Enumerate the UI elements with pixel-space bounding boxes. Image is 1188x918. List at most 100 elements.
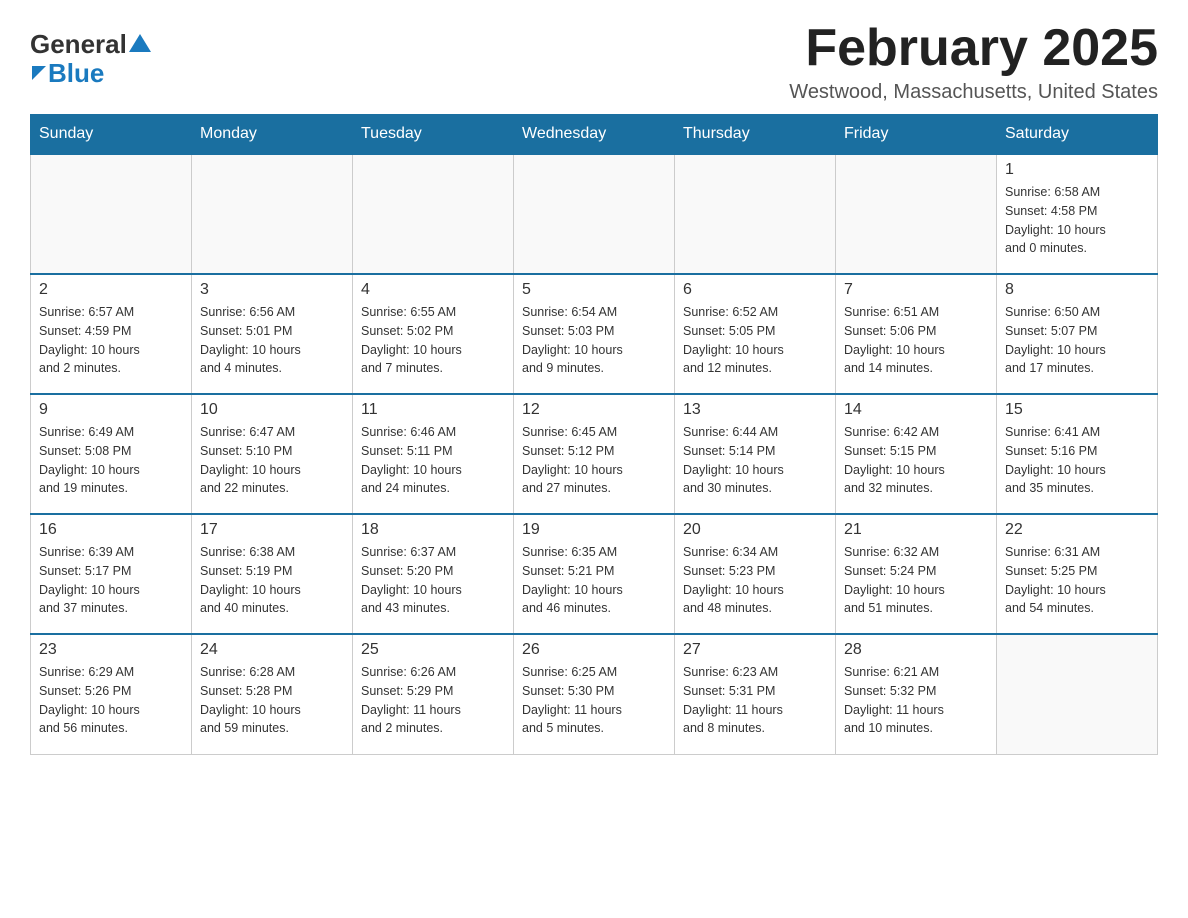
day-number: 26 bbox=[522, 641, 666, 659]
calendar-cell: 26 Sunrise: 6:25 AM Sunset: 5:30 PM Dayli… bbox=[514, 634, 675, 754]
day-info: Sunrise: 6:58 AM Sunset: 4:58 PM Dayligh… bbox=[1005, 183, 1149, 258]
day-info: Sunrise: 6:47 AM Sunset: 5:10 PM Dayligh… bbox=[200, 423, 344, 498]
day-number: 13 bbox=[683, 401, 827, 419]
calendar-cell bbox=[353, 154, 514, 274]
calendar-cell: 20 Sunrise: 6:34 AM Sunset: 5:23 PM Dayli… bbox=[675, 514, 836, 634]
day-number: 15 bbox=[1005, 401, 1149, 419]
day-info: Sunrise: 6:35 AM Sunset: 5:21 PM Dayligh… bbox=[522, 543, 666, 618]
calendar-cell: 10Sunrise: 6:47 AM Sunset: 5:10 PM Dayli… bbox=[192, 394, 353, 514]
day-number: 24 bbox=[200, 641, 344, 659]
weekday-header-sunday: Sunday bbox=[31, 115, 192, 155]
logo: General Blue bbox=[30, 30, 151, 87]
day-number: 8 bbox=[1005, 281, 1149, 299]
day-number: 2 bbox=[39, 281, 183, 299]
day-info: Sunrise: 6:37 AM Sunset: 5:20 PM Dayligh… bbox=[361, 543, 505, 618]
calendar-cell: 2 Sunrise: 6:57 AM Sunset: 4:59 PM Daylig… bbox=[31, 274, 192, 394]
calendar-cell: 17 Sunrise: 6:38 AM Sunset: 5:19 PM Dayli… bbox=[192, 514, 353, 634]
calendar-cell bbox=[997, 634, 1158, 754]
calendar-cell: 24 Sunrise: 6:28 AM Sunset: 5:28 PM Dayli… bbox=[192, 634, 353, 754]
week-row-5: 23 Sunrise: 6:29 AM Sunset: 5:26 PM Dayli… bbox=[31, 634, 1158, 754]
day-info: Sunrise: 6:56 AM Sunset: 5:01 PM Dayligh… bbox=[200, 303, 344, 378]
calendar-cell: 9Sunrise: 6:49 AM Sunset: 5:08 PM Daylig… bbox=[31, 394, 192, 514]
day-info: Sunrise: 6:50 AM Sunset: 5:07 PM Dayligh… bbox=[1005, 303, 1149, 378]
weekday-header-tuesday: Tuesday bbox=[353, 115, 514, 155]
weekday-header-friday: Friday bbox=[836, 115, 997, 155]
logo-general-text: General bbox=[30, 30, 127, 59]
calendar-cell: 14Sunrise: 6:42 AM Sunset: 5:15 PM Dayli… bbox=[836, 394, 997, 514]
calendar-cell bbox=[836, 154, 997, 274]
day-number: 21 bbox=[844, 521, 988, 539]
calendar-table: SundayMondayTuesdayWednesdayThursdayFrid… bbox=[30, 114, 1158, 755]
weekday-header-wednesday: Wednesday bbox=[514, 115, 675, 155]
day-number: 25 bbox=[361, 641, 505, 659]
week-row-2: 2 Sunrise: 6:57 AM Sunset: 4:59 PM Daylig… bbox=[31, 274, 1158, 394]
calendar-cell: 21Sunrise: 6:32 AM Sunset: 5:24 PM Dayli… bbox=[836, 514, 997, 634]
month-title: February 2025 bbox=[789, 20, 1158, 77]
day-info: Sunrise: 6:57 AM Sunset: 4:59 PM Dayligh… bbox=[39, 303, 183, 378]
day-number: 27 bbox=[683, 641, 827, 659]
logo-triangle-icon bbox=[129, 34, 151, 52]
day-info: Sunrise: 6:52 AM Sunset: 5:05 PM Dayligh… bbox=[683, 303, 827, 378]
day-number: 23 bbox=[39, 641, 183, 659]
day-info: Sunrise: 6:25 AM Sunset: 5:30 PM Dayligh… bbox=[522, 663, 666, 738]
logo-blue-text: Blue bbox=[48, 59, 104, 88]
day-number: 18 bbox=[361, 521, 505, 539]
week-row-4: 16 Sunrise: 6:39 AM Sunset: 5:17 PM Dayli… bbox=[31, 514, 1158, 634]
calendar-cell: 7 Sunrise: 6:51 AM Sunset: 5:06 PM Daylig… bbox=[836, 274, 997, 394]
day-number: 12 bbox=[522, 401, 666, 419]
calendar-cell: 12 Sunrise: 6:45 AM Sunset: 5:12 PM Dayli… bbox=[514, 394, 675, 514]
calendar-cell bbox=[675, 154, 836, 274]
calendar-cell: 8 Sunrise: 6:50 AM Sunset: 5:07 PM Daylig… bbox=[997, 274, 1158, 394]
calendar-cell: 28 Sunrise: 6:21 AM Sunset: 5:32 PM Dayli… bbox=[836, 634, 997, 754]
calendar-cell: 27Sunrise: 6:23 AM Sunset: 5:31 PM Dayli… bbox=[675, 634, 836, 754]
day-number: 5 bbox=[522, 281, 666, 299]
day-info: Sunrise: 6:21 AM Sunset: 5:32 PM Dayligh… bbox=[844, 663, 988, 738]
day-number: 20 bbox=[683, 521, 827, 539]
day-number: 28 bbox=[844, 641, 988, 659]
calendar-cell: 6 Sunrise: 6:52 AM Sunset: 5:05 PM Daylig… bbox=[675, 274, 836, 394]
day-number: 3 bbox=[200, 281, 344, 299]
day-info: Sunrise: 6:39 AM Sunset: 5:17 PM Dayligh… bbox=[39, 543, 183, 618]
day-info: Sunrise: 6:51 AM Sunset: 5:06 PM Dayligh… bbox=[844, 303, 988, 378]
weekday-header-row: SundayMondayTuesdayWednesdayThursdayFrid… bbox=[31, 115, 1158, 155]
day-info: Sunrise: 6:49 AM Sunset: 5:08 PM Dayligh… bbox=[39, 423, 183, 498]
calendar-cell: 25 Sunrise: 6:26 AM Sunset: 5:29 PM Dayli… bbox=[353, 634, 514, 754]
calendar-cell: 16 Sunrise: 6:39 AM Sunset: 5:17 PM Dayli… bbox=[31, 514, 192, 634]
calendar-cell: 3 Sunrise: 6:56 AM Sunset: 5:01 PM Daylig… bbox=[192, 274, 353, 394]
calendar-cell: 15 Sunrise: 6:41 AM Sunset: 5:16 PM Dayli… bbox=[997, 394, 1158, 514]
calendar-cell bbox=[31, 154, 192, 274]
day-info: Sunrise: 6:45 AM Sunset: 5:12 PM Dayligh… bbox=[522, 423, 666, 498]
calendar-cell: 11Sunrise: 6:46 AM Sunset: 5:11 PM Dayli… bbox=[353, 394, 514, 514]
weekday-header-thursday: Thursday bbox=[675, 115, 836, 155]
day-number: 4 bbox=[361, 281, 505, 299]
week-row-3: 9Sunrise: 6:49 AM Sunset: 5:08 PM Daylig… bbox=[31, 394, 1158, 514]
title-section: February 2025 Westwood, Massachusetts, U… bbox=[789, 20, 1158, 104]
calendar-cell: 5Sunrise: 6:54 AM Sunset: 5:03 PM Daylig… bbox=[514, 274, 675, 394]
day-number: 1 bbox=[1005, 161, 1149, 179]
day-info: Sunrise: 6:38 AM Sunset: 5:19 PM Dayligh… bbox=[200, 543, 344, 618]
day-info: Sunrise: 6:34 AM Sunset: 5:23 PM Dayligh… bbox=[683, 543, 827, 618]
day-number: 7 bbox=[844, 281, 988, 299]
day-info: Sunrise: 6:46 AM Sunset: 5:11 PM Dayligh… bbox=[361, 423, 505, 498]
calendar-cell: 23 Sunrise: 6:29 AM Sunset: 5:26 PM Dayli… bbox=[31, 634, 192, 754]
calendar-cell: 18 Sunrise: 6:37 AM Sunset: 5:20 PM Dayli… bbox=[353, 514, 514, 634]
day-number: 19 bbox=[522, 521, 666, 539]
week-row-1: 1 Sunrise: 6:58 AM Sunset: 4:58 PM Daylig… bbox=[31, 154, 1158, 274]
logo-corner-icon bbox=[32, 66, 46, 80]
calendar-cell bbox=[192, 154, 353, 274]
weekday-header-monday: Monday bbox=[192, 115, 353, 155]
day-info: Sunrise: 6:28 AM Sunset: 5:28 PM Dayligh… bbox=[200, 663, 344, 738]
calendar-cell: 1 Sunrise: 6:58 AM Sunset: 4:58 PM Daylig… bbox=[997, 154, 1158, 274]
calendar-cell bbox=[514, 154, 675, 274]
day-number: 17 bbox=[200, 521, 344, 539]
day-info: Sunrise: 6:44 AM Sunset: 5:14 PM Dayligh… bbox=[683, 423, 827, 498]
day-info: Sunrise: 6:29 AM Sunset: 5:26 PM Dayligh… bbox=[39, 663, 183, 738]
page-header: General Blue February 2025 Westwood, Mas… bbox=[30, 20, 1158, 104]
day-info: Sunrise: 6:26 AM Sunset: 5:29 PM Dayligh… bbox=[361, 663, 505, 738]
day-info: Sunrise: 6:41 AM Sunset: 5:16 PM Dayligh… bbox=[1005, 423, 1149, 498]
weekday-header-saturday: Saturday bbox=[997, 115, 1158, 155]
calendar-cell: 4Sunrise: 6:55 AM Sunset: 5:02 PM Daylig… bbox=[353, 274, 514, 394]
day-number: 6 bbox=[683, 281, 827, 299]
day-info: Sunrise: 6:42 AM Sunset: 5:15 PM Dayligh… bbox=[844, 423, 988, 498]
day-number: 16 bbox=[39, 521, 183, 539]
